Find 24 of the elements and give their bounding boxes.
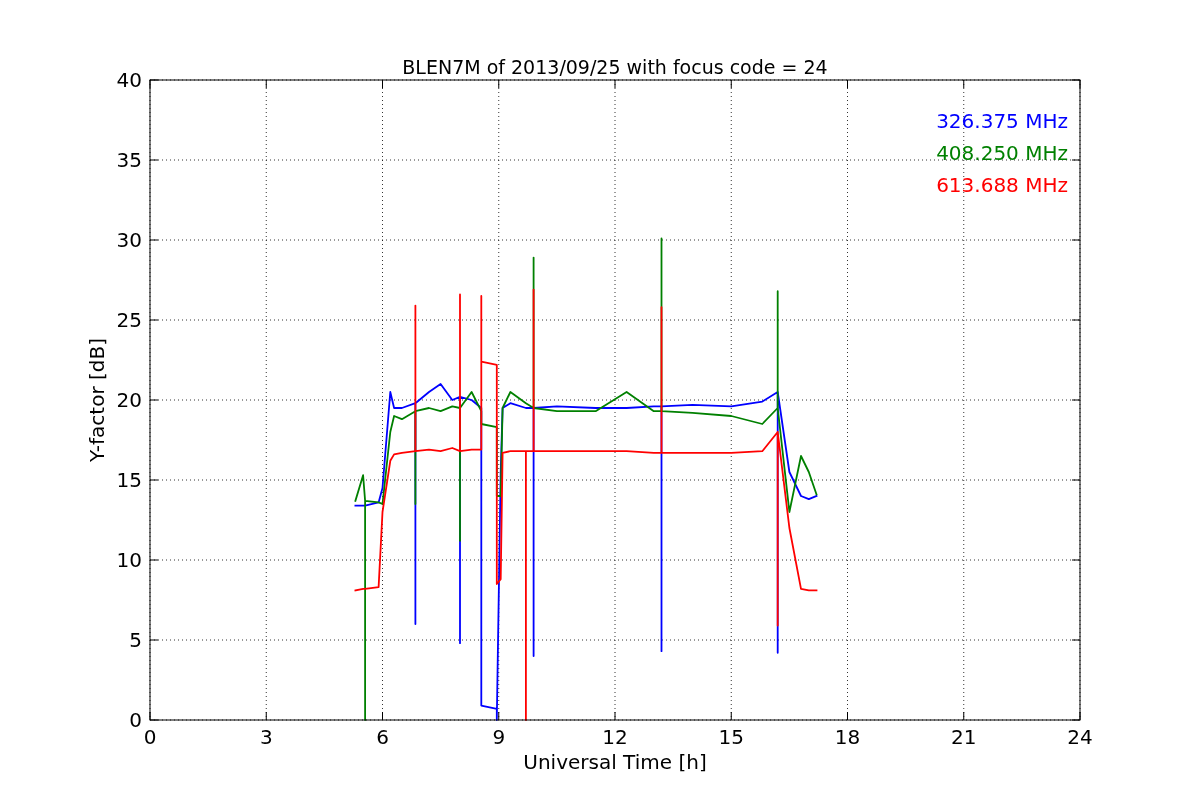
axis-tick-label: 30	[116, 228, 142, 252]
axis-tick-label: 18	[834, 725, 861, 749]
axis-tick-label: 3	[259, 725, 273, 749]
axis-tick-label: 25	[116, 308, 142, 332]
axis-tick-label: 40	[116, 68, 142, 92]
axis-tick-label: 21	[951, 725, 977, 749]
chart-title: BLEN7M of 2013/09/25 with focus code = 24	[402, 56, 828, 78]
axis-title: Universal Time [h]	[523, 750, 707, 774]
axis-tick-label: 0	[143, 725, 157, 749]
legend-label: 408.250 MHz	[936, 141, 1068, 165]
axis-title: Y-factor [dB]	[85, 338, 109, 462]
axis-tick-label: 35	[116, 148, 142, 172]
axis-tick-label: 0	[129, 708, 142, 732]
axis-tick-label: 15	[718, 725, 744, 749]
axis-tick-label: 24	[1067, 725, 1093, 749]
axis-tick-label: 10	[116, 548, 142, 572]
legend-label: 326.375 MHz	[936, 109, 1068, 133]
axis-tick-label: 9	[492, 725, 506, 749]
axis-tick-label: 6	[376, 725, 389, 749]
legend-label: 613.688 MHz	[936, 173, 1068, 197]
axis-tick-label: 5	[129, 628, 142, 652]
axis-tick-label: 12	[602, 725, 628, 749]
axis-tick-label: 20	[116, 388, 142, 412]
axis-tick-label: 15	[116, 468, 142, 492]
